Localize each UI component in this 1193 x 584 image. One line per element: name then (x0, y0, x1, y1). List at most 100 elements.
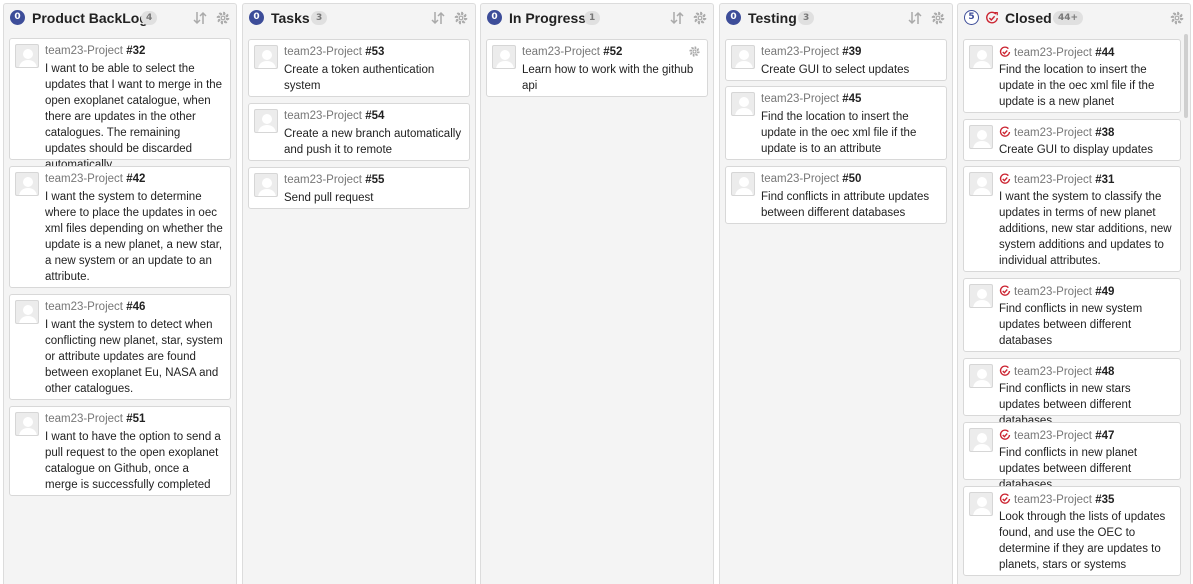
issue-title[interactable]: Find the location to insert the update i… (999, 62, 1174, 110)
issue-title[interactable]: Create a token authentication system (284, 62, 463, 94)
avatar-placeholder-icon (15, 172, 39, 196)
column-header: 0 Product BackLog 4 (4, 4, 236, 32)
sort-arrows-icon[interactable] (669, 10, 685, 26)
gear-icon[interactable] (1169, 10, 1185, 26)
card-gear-icon[interactable] (688, 45, 701, 58)
issue-reference[interactable]: team23-Project #42 (45, 173, 145, 185)
issue-card[interactable]: team23-Project #42 I want the system to … (9, 166, 231, 288)
issue-card[interactable]: team23-Project #47 Find conflicts in new… (963, 422, 1181, 491)
issue-card[interactable]: team23-Project #46 I want the system to … (9, 294, 231, 400)
issue-reference[interactable]: team23-Project #32 (45, 45, 145, 57)
repo-name: team23-Project (761, 93, 839, 105)
issue-title[interactable]: Learn how to work with the github api (522, 62, 701, 94)
closed-column-scrollbar[interactable] (1184, 34, 1188, 118)
issue-card[interactable]: team23-Project #44 Find the location to … (963, 39, 1181, 113)
issue-card[interactable]: team23-Project #45 Find the location to … (725, 86, 947, 160)
issue-reference[interactable]: team23-Project #35 (999, 493, 1114, 506)
avatar-placeholder-icon (731, 45, 755, 69)
issue-card[interactable]: team23-Project #39 Create GUI to select … (725, 39, 947, 81)
issue-total-pill: 3 (798, 11, 815, 25)
issue-number: #44 (1095, 47, 1115, 59)
issue-card[interactable]: team23-Project #53 Create a token authen… (248, 39, 470, 97)
issue-title[interactable]: Create GUI to select updates (761, 62, 940, 78)
issue-card[interactable]: team23-Project #48 Find conflicts in new… (963, 358, 1181, 427)
issue-reference[interactable]: team23-Project #44 (999, 46, 1114, 59)
issue-reference[interactable]: team23-Project #51 (45, 413, 145, 425)
issue-number: #51 (126, 413, 146, 425)
issue-number: #39 (842, 46, 862, 58)
closed-issue-icon (986, 11, 998, 24)
issue-reference[interactable]: team23-Project #55 (284, 174, 384, 186)
closed-issue-icon (999, 365, 1011, 376)
issue-number: #31 (1095, 174, 1115, 186)
gear-icon[interactable] (692, 10, 708, 26)
issue-reference[interactable]: team23-Project #50 (761, 173, 861, 185)
issue-total-pill: 4 (141, 11, 158, 25)
issue-total-pill: 44+ (1053, 11, 1084, 25)
avatar-placeholder-icon (969, 428, 993, 452)
avatar-placeholder-icon (254, 109, 278, 133)
issue-reference[interactable]: team23-Project #39 (761, 46, 861, 58)
issue-number: #45 (842, 93, 862, 105)
issue-reference[interactable]: team23-Project #46 (45, 301, 145, 313)
issue-card[interactable]: team23-Project #50 Find conflicts in att… (725, 166, 947, 224)
repo-name: team23-Project (1014, 286, 1092, 298)
issue-card[interactable]: team23-Project #31 I want the system to … (963, 166, 1181, 272)
issue-title[interactable]: Find conflicts in attribute updates betw… (761, 189, 940, 221)
gear-icon[interactable] (930, 10, 946, 26)
closed-issue-icon (999, 126, 1011, 137)
issue-title[interactable]: I want the system to classify the update… (999, 189, 1174, 269)
open-count-badge: 5 (964, 10, 979, 25)
issue-reference[interactable]: team23-Project #48 (999, 365, 1114, 378)
issue-title[interactable]: I want the system to determine where to … (45, 189, 224, 285)
issue-title[interactable]: Find the location to insert the update i… (761, 109, 940, 157)
avatar-placeholder-icon (254, 173, 278, 197)
issue-number: #53 (365, 46, 385, 58)
issue-card[interactable]: team23-Project #38 Create GUI to display… (963, 119, 1181, 161)
column-header: 0 Tasks 3 (243, 4, 475, 32)
avatar-placeholder-icon (731, 172, 755, 196)
column-title[interactable]: In Progress (509, 10, 586, 26)
issue-reference[interactable]: team23-Project #49 (999, 285, 1114, 298)
sort-arrows-icon[interactable] (430, 10, 446, 26)
issue-card[interactable]: team23-Project #55 Send pull request (248, 167, 470, 209)
issue-title[interactable]: Send pull request (284, 190, 463, 206)
issue-title[interactable]: Find conflicts in new system updates bet… (999, 301, 1174, 349)
sort-arrows-icon[interactable] (192, 10, 208, 26)
issue-reference[interactable]: team23-Project #54 (284, 110, 384, 122)
issue-reference[interactable]: team23-Project #45 (761, 93, 861, 105)
column-title[interactable]: Testing (748, 10, 797, 26)
open-count-badge: 0 (726, 10, 741, 25)
repo-name: team23-Project (284, 174, 362, 186)
issue-title[interactable]: I want the system to detect when conflic… (45, 317, 224, 397)
gear-icon[interactable] (453, 10, 469, 26)
issue-number: #48 (1095, 366, 1115, 378)
column-title[interactable]: Tasks (271, 10, 310, 26)
issue-reference[interactable]: team23-Project #38 (999, 126, 1114, 139)
sort-arrows-icon[interactable] (907, 10, 923, 26)
issue-reference[interactable]: team23-Project #31 (999, 173, 1114, 186)
column-tasks: 0 Tasks 3 team23-Project #53 Create a to… (242, 3, 476, 584)
issue-title[interactable]: Look through the lists of updates found,… (999, 509, 1174, 573)
column-title[interactable]: Closed (1005, 10, 1052, 26)
issue-title[interactable]: Create GUI to display updates (999, 142, 1174, 158)
issue-card[interactable]: team23-Project #32 I want to be able to … (9, 38, 231, 171)
issue-title[interactable]: Create a new branch automatically and pu… (284, 126, 463, 158)
issue-card[interactable]: team23-Project #54 Create a new branch a… (248, 103, 470, 161)
issue-reference[interactable]: team23-Project #53 (284, 46, 384, 58)
column-closed: 5 Closed 44+ team23-Project #44 Find the… (957, 3, 1191, 584)
issue-number: #32 (126, 45, 146, 57)
issue-card[interactable]: team23-Project #52 Learn how to work wit… (486, 39, 708, 97)
issue-number: #52 (603, 46, 623, 58)
issue-title[interactable]: I want to have the option to send a pull… (45, 429, 224, 493)
issue-title[interactable]: I want to be able to select the updates … (45, 61, 224, 173)
issue-card[interactable]: team23-Project #51 I want to have the op… (9, 406, 231, 496)
issue-reference[interactable]: team23-Project #52 (522, 46, 622, 58)
gear-icon[interactable] (215, 10, 231, 26)
issue-reference[interactable]: team23-Project #47 (999, 429, 1114, 442)
repo-name: team23-Project (1014, 127, 1092, 139)
issue-number: #38 (1095, 127, 1115, 139)
column-title[interactable]: Product BackLog (32, 10, 148, 26)
issue-card[interactable]: team23-Project #49 Find conflicts in new… (963, 278, 1181, 352)
issue-card[interactable]: team23-Project #35 Look through the list… (963, 486, 1181, 576)
